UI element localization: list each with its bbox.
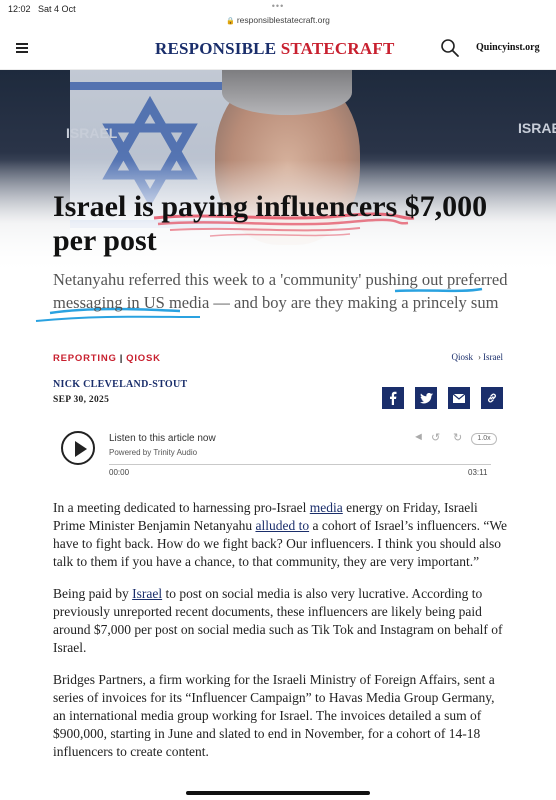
breadcrumb-israel[interactable]: Israel [483,352,503,362]
menu-icon[interactable] [16,43,28,53]
search-icon[interactable] [440,38,460,58]
article-headline: Israel is paying influencers $7,000 per … [53,190,488,257]
site-logo[interactable]: RESPONSIBLE STATECRAFT [155,39,394,59]
category-tags: REPORTING | QIOSK [53,353,161,364]
tab-dots[interactable]: ••• [0,1,556,11]
quincy-link[interactable]: Quincyinst.org [476,42,540,53]
tag-reporting[interactable]: REPORTING [53,353,117,364]
player-title: Listen to this article now [109,433,216,444]
time-total: 03:11 [468,468,488,477]
progress-bar[interactable] [109,464,491,465]
player-tools: ◄ ↺ ↻ 1.0x [413,430,503,448]
status-bar: 12:02 Sat 4 Oct ••• 🔒 responsiblestatecra… [0,0,556,28]
lock-icon: 🔒 [226,18,235,25]
time-elapsed: 00:00 [109,468,130,477]
play-button[interactable] [61,431,95,465]
portrait-hair [222,70,352,115]
paragraph-2: Being paid by Israel to post on social m… [53,586,503,655]
article-dek: Netanyahu referred this week to a 'commu… [53,270,508,312]
link-israel[interactable]: Israel [132,586,162,601]
site-header: RESPONSIBLE STATECRAFT Quincyinst.org [0,28,556,70]
publish-date: SEP 30, 2025 [53,395,110,405]
share-icon[interactable]: ◄ [413,431,424,443]
author-name[interactable]: NICK CLEVELAND-STOUT [53,379,187,390]
address-bar[interactable]: 🔒 responsiblestatecraft.org [0,15,556,25]
article-body: In a meeting dedicated to harnessing pro… [53,499,508,775]
twitter-share-button[interactable] [415,387,437,409]
paragraph-3: Bridges Partners, a firm working for the… [53,672,495,759]
hero-logo-left: ISRAEL [66,125,118,141]
audio-player: Listen to this article now Powered by Tr… [53,425,503,483]
breadcrumb: Qiosk › Israel [451,352,503,362]
tag-qiosk[interactable]: QIOSK [126,353,161,364]
paragraph-1: In a meeting dedicated to harnessing pro… [53,500,508,569]
play-icon [75,441,87,457]
home-indicator[interactable] [186,791,370,795]
rewind-icon[interactable]: ↺ [431,431,440,444]
facebook-share-button[interactable] [382,387,404,409]
forward-icon[interactable]: ↻ [453,431,462,444]
link-icon [488,393,496,403]
link-alluded-to[interactable]: alluded to [255,518,309,533]
playback-speed-button[interactable]: 1.0x [471,433,497,445]
breadcrumb-qiosk[interactable]: Qiosk [451,352,473,362]
twitter-icon [419,392,433,403]
facebook-icon [390,391,397,405]
link-media[interactable]: media [310,500,343,515]
email-share-button[interactable] [448,387,470,409]
email-icon [453,393,465,403]
hero-logo-right: ISRAEL [518,120,556,136]
copy-link-button[interactable] [481,387,503,409]
player-powered-by[interactable]: Powered by Trinity Audio [109,448,197,457]
